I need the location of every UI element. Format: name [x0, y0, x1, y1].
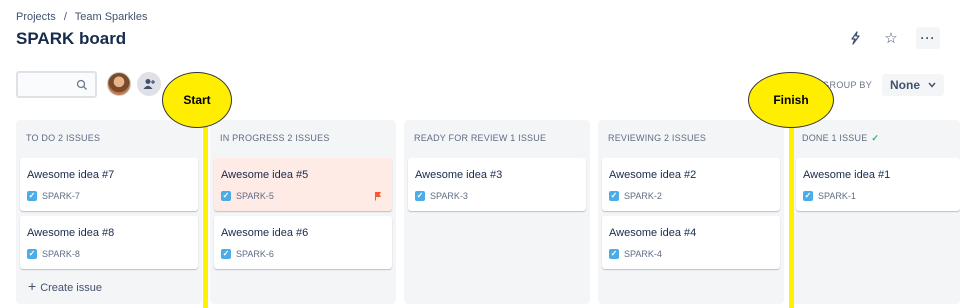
checkbox-icon: ✓ — [609, 249, 619, 259]
issue-card[interactable]: Awesome idea #8 ✓ SPARK-8 — [20, 216, 198, 269]
column-reviewing: REVIEWING 2 ISSUES Awesome idea #2 ✓ SPA… — [598, 120, 784, 304]
issue-key: SPARK-8 — [42, 249, 80, 259]
avatar[interactable] — [107, 72, 131, 96]
more-actions-button[interactable]: ··· — [916, 27, 940, 49]
board: TO DO 2 ISSUES Awesome idea #7 ✓ SPARK-7… — [16, 120, 960, 308]
finish-annotation-bubble: Finish — [748, 72, 834, 128]
issue-key-row: ✓ SPARK-1 — [803, 191, 856, 201]
issue-key: SPARK-1 — [818, 191, 856, 201]
issue-title: Awesome idea #3 — [415, 169, 503, 181]
breadcrumb-projects-link[interactable]: Projects — [16, 11, 56, 23]
issue-card[interactable]: Awesome idea #6 ✓ SPARK-6 — [214, 216, 392, 269]
issue-key-row: ✓ SPARK-3 — [415, 191, 468, 201]
issue-key: SPARK-7 — [42, 191, 80, 201]
header-actions: ☆ ··· — [844, 27, 940, 49]
column-title: IN PROGRESS 2 ISSUES — [220, 133, 330, 143]
column-title: DONE 1 ISSUE ✓ — [802, 133, 879, 144]
column-in-progress: IN PROGRESS 2 ISSUES Awesome idea #5 ✓ S… — [210, 120, 396, 304]
issue-title: Awesome idea #8 — [27, 227, 115, 239]
column-ready-for-review: READY FOR REVIEW 1 ISSUE Awesome idea #3… — [404, 120, 590, 304]
issue-key-row: ✓ SPARK-5 — [221, 191, 274, 201]
column-title: REVIEWING 2 ISSUES — [608, 133, 707, 143]
page-title: SPARK board — [16, 29, 127, 48]
issue-card[interactable]: Awesome idea #7 ✓ SPARK-7 — [20, 158, 198, 211]
group-by-select[interactable]: None — [882, 74, 944, 96]
breadcrumb-separator: / — [63, 11, 67, 23]
chevron-down-icon — [928, 82, 936, 88]
issue-title: Awesome idea #4 — [609, 227, 697, 239]
add-people-button[interactable] — [137, 72, 161, 96]
issue-key-row: ✓ SPARK-8 — [27, 249, 80, 259]
breadcrumb-project-link[interactable]: Team Sparkles — [75, 11, 148, 23]
start-marker-line — [203, 118, 208, 308]
issue-card[interactable]: Awesome idea #1 ✓ SPARK-1 — [796, 158, 960, 211]
issue-key-row: ✓ SPARK-4 — [609, 249, 662, 259]
issue-title: Awesome idea #1 — [803, 169, 891, 181]
group-by-control: GROUP BY None — [822, 74, 944, 96]
issue-card[interactable]: Awesome idea #2 ✓ SPARK-2 — [602, 158, 780, 211]
issue-key-row: ✓ SPARK-7 — [27, 191, 80, 201]
issue-title: Awesome idea #2 — [609, 169, 697, 181]
finish-marker-line — [789, 118, 794, 308]
add-user-icon — [143, 79, 155, 89]
plus-icon: + — [28, 278, 37, 294]
create-issue-button[interactable]: + Create issue — [28, 278, 102, 294]
checkbox-icon: ✓ — [415, 191, 425, 201]
create-issue-label: Create issue — [40, 282, 102, 294]
star-icon[interactable]: ☆ — [880, 27, 902, 49]
flag-icon — [375, 192, 381, 201]
group-by-value: None — [890, 78, 920, 92]
column-title: TO DO 2 ISSUES — [26, 133, 101, 143]
start-annotation-bubble: Start — [162, 72, 232, 128]
column-title: READY FOR REVIEW 1 ISSUE — [414, 133, 547, 143]
column-done: DONE 1 ISSUE ✓ Awesome idea #1 ✓ SPARK-1 — [792, 120, 960, 304]
search-input[interactable] — [16, 71, 97, 98]
issue-key: SPARK-2 — [624, 191, 662, 201]
issue-card[interactable]: Awesome idea #3 ✓ SPARK-3 — [408, 158, 586, 211]
search-icon — [76, 79, 87, 90]
check-icon: ✓ — [871, 133, 880, 143]
issue-key-row: ✓ SPARK-2 — [609, 191, 662, 201]
issue-key: SPARK-3 — [430, 191, 468, 201]
issue-key: SPARK-5 — [236, 191, 274, 201]
checkbox-icon: ✓ — [609, 191, 619, 201]
issue-key: SPARK-4 — [624, 249, 662, 259]
checkbox-icon: ✓ — [221, 249, 231, 259]
column-todo: TO DO 2 ISSUES Awesome idea #7 ✓ SPARK-7… — [16, 120, 202, 304]
checkbox-icon: ✓ — [803, 191, 813, 201]
issue-title: Awesome idea #7 — [27, 169, 115, 181]
issue-key: SPARK-6 — [236, 249, 274, 259]
checkbox-icon: ✓ — [221, 191, 231, 201]
issue-card[interactable]: Awesome idea #5 ✓ SPARK-5 — [214, 158, 392, 211]
breadcrumb: Projects / Team Sparkles — [16, 11, 153, 23]
checkbox-icon: ✓ — [27, 249, 37, 259]
checkbox-icon: ✓ — [27, 191, 37, 201]
issue-key-row: ✓ SPARK-6 — [221, 249, 274, 259]
issue-title: Awesome idea #5 — [221, 169, 309, 181]
lightning-icon[interactable] — [844, 27, 866, 49]
issue-card[interactable]: Awesome idea #4 ✓ SPARK-4 — [602, 216, 780, 269]
issue-title: Awesome idea #6 — [221, 227, 309, 239]
column-title-text: DONE 1 ISSUE — [802, 133, 868, 143]
